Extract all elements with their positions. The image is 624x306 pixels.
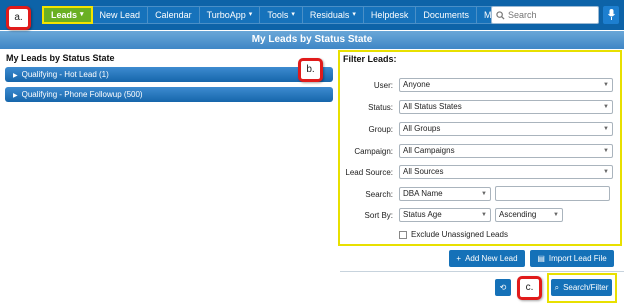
campaign-select-value: All Campaigns (403, 146, 455, 155)
search-field-value: DBA Name (403, 189, 443, 198)
nav-calendar[interactable]: Calendar (148, 6, 200, 24)
nav-leads[interactable]: Leads ▾ (42, 6, 93, 24)
import-lead-file-label: Import Lead File (548, 254, 607, 263)
divider (340, 271, 624, 272)
dropdown-arrow-icon: ▼ (603, 148, 609, 154)
microphone-icon (607, 8, 615, 22)
chevron-down-icon: ▾ (80, 11, 84, 18)
sort-by-label: Sort By: (364, 211, 393, 220)
search-field-select[interactable]: DBA Name ▼ (399, 187, 491, 201)
nav-helpdesk[interactable]: Helpdesk (363, 6, 417, 24)
chevron-down-icon: ▾ (352, 11, 356, 18)
page-title: My Leads by Status State (0, 31, 624, 49)
callout-c: c. (517, 276, 542, 300)
refresh-button[interactable]: ⟲ (495, 279, 511, 296)
dropdown-arrow-icon: ▼ (481, 191, 487, 197)
nav-tools-label: Tools (267, 10, 289, 20)
caret-right-icon: ▶ (13, 73, 18, 79)
search-label: Search: (365, 190, 393, 199)
exclude-unassigned-row: Exclude Unassigned Leads (399, 230, 508, 239)
chevron-down-icon: ▾ (291, 11, 295, 18)
nav-residuals[interactable]: Residuals ▾ (302, 6, 364, 24)
exclude-unassigned-checkbox[interactable] (399, 230, 407, 239)
sort-order-value: Ascending (499, 210, 537, 219)
top-navbar: Leads ▾ New Lead Calendar TurboApp ▾ Tools… (0, 0, 624, 30)
status-row-phone-followup[interactable]: ▶ Qualifying - Phone Followup (500) (5, 87, 333, 102)
chevron-down-icon: ▾ (248, 11, 253, 18)
dropdown-arrow-icon: ▼ (603, 82, 609, 88)
dropdown-arrow-icon: ▼ (603, 104, 609, 110)
campaign-label: Campaign: (354, 147, 393, 156)
search-input[interactable] (508, 8, 592, 22)
import-lead-file-button[interactable]: ▤ Import Lead File (530, 250, 614, 267)
group-select[interactable]: All Groups ▼ (399, 122, 613, 136)
nav-turboapp-label: TurboApp (206, 10, 246, 20)
status-row-label: Qualifying - Phone Followup (500) (21, 90, 143, 99)
group-select-value: All Groups (403, 124, 441, 133)
user-select-value: Anyone (403, 80, 431, 89)
nav-helpdesk-label: Helpdesk (370, 10, 409, 20)
lead-source-label: Lead Source: (345, 168, 393, 177)
nav-documents-label: Documents (423, 10, 469, 20)
caret-right-icon: ▶ (13, 93, 18, 99)
search-filter-highlight (547, 273, 617, 303)
status-select-value: All Status States (403, 102, 462, 111)
filter-leads-panel: Filter Leads: User: Anyone ▼ Status: All … (338, 50, 622, 246)
main-menu: Leads ▾ New Lead Calendar TurboApp ▾ Tools… (42, 6, 531, 24)
dropdown-arrow-icon: ▼ (553, 212, 559, 218)
dropdown-arrow-icon: ▼ (603, 169, 609, 175)
dropdown-arrow-icon: ▼ (481, 212, 487, 218)
user-select[interactable]: Anyone ▼ (399, 78, 613, 92)
status-row-label: Qualifying - Hot Lead (1) (21, 70, 109, 79)
lead-source-select[interactable]: All Sources ▼ (399, 165, 613, 179)
nav-documents[interactable]: Documents (416, 6, 477, 24)
search-icon (492, 10, 508, 20)
campaign-select[interactable]: All Campaigns ▼ (399, 144, 613, 158)
add-new-lead-button[interactable]: + Add New Lead (449, 250, 525, 267)
search-term-input[interactable] (495, 186, 610, 201)
voice-search-button[interactable] (603, 6, 619, 24)
nav-calendar-label: Calendar (155, 10, 192, 20)
nav-residuals-label: Residuals (309, 10, 350, 20)
plus-icon: + (456, 254, 462, 263)
dropdown-arrow-icon: ▼ (603, 126, 609, 132)
nav-new-lead-label: New Lead (99, 10, 141, 20)
add-new-lead-label: Add New Lead (465, 254, 518, 263)
user-label: User: (373, 81, 393, 90)
status-select[interactable]: All Status States ▼ (399, 100, 613, 114)
refresh-icon: ⟲ (499, 283, 507, 292)
callout-b: b. (298, 58, 323, 82)
status-row-hot-lead[interactable]: ▶ Qualifying - Hot Lead (1) (5, 67, 333, 82)
global-search (491, 6, 599, 24)
status-label: Status: (368, 103, 393, 112)
nav-leads-label: Leads (51, 10, 78, 20)
sort-order-select[interactable]: Ascending ▼ (495, 208, 563, 222)
nav-turboapp[interactable]: TurboApp ▾ (199, 6, 261, 24)
sort-by-value: Status Age (403, 210, 442, 219)
lead-source-select-value: All Sources (403, 167, 444, 176)
filter-title: Filter Leads: (343, 54, 397, 64)
file-icon: ▤ (537, 254, 545, 263)
status-list-heading: My Leads by Status State (6, 53, 115, 63)
sort-by-select[interactable]: Status Age ▼ (399, 208, 491, 222)
nav-new-lead[interactable]: New Lead (92, 6, 149, 24)
group-label: Group: (368, 125, 393, 134)
nav-tools[interactable]: Tools ▾ (260, 6, 303, 24)
callout-a: a. (6, 6, 31, 30)
exclude-unassigned-label: Exclude Unassigned Leads (411, 230, 508, 239)
